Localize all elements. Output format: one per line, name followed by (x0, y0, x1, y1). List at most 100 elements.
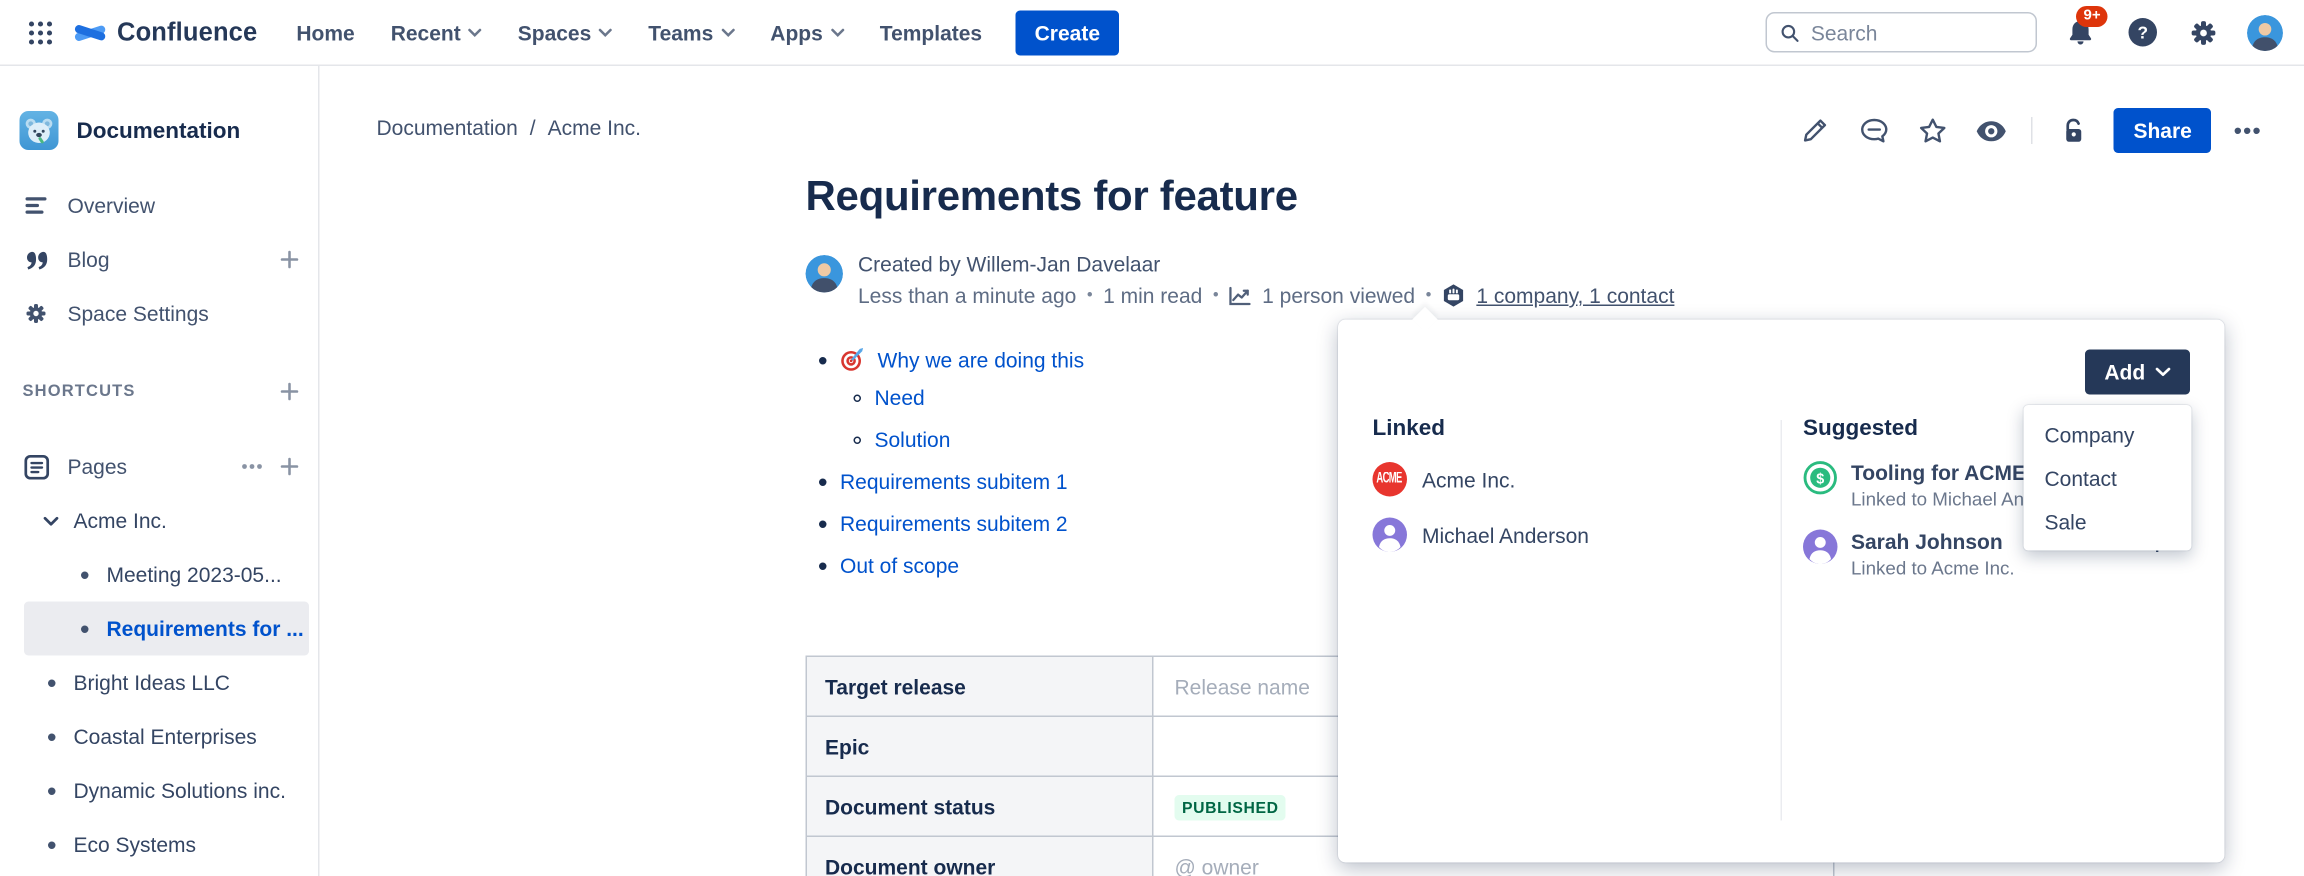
top-navigation-bar: Confluence Home Recent Spaces Teams Apps… (0, 0, 2304, 66)
nav-templates[interactable]: Templates (880, 20, 982, 44)
tree-item-coastal[interactable]: Coastal Enterprises (24, 710, 309, 764)
sidebar-item-space-settings[interactable]: Space Settings (0, 287, 318, 341)
plus-icon[interactable] (281, 458, 299, 476)
more-actions-button[interactable]: ••• (2234, 118, 2262, 144)
nav-spaces[interactable]: Spaces (518, 20, 613, 44)
bullet-icon (47, 787, 55, 795)
menu-item-company[interactable]: Company (2024, 413, 2192, 457)
comment-icon (1860, 117, 1889, 144)
favourite-button[interactable] (1914, 113, 1950, 149)
share-button[interactable]: Share (2114, 108, 2211, 153)
doc-link-subitem2[interactable]: Requirements subitem 2 (840, 512, 1068, 536)
doc-link-solution[interactable]: Solution (875, 428, 951, 452)
menu-item-sale[interactable]: Sale (2024, 500, 2192, 544)
confluence-logo-icon (72, 14, 108, 50)
add-dropdown-menu: Company Contact Sale (2024, 405, 2192, 551)
bullet-icon (47, 841, 55, 849)
tree-item-bright-ideas[interactable]: Bright Ideas LLC (24, 656, 309, 710)
linked-item-michael[interactable]: Michael Anderson (1373, 518, 1763, 553)
author-avatar[interactable] (806, 255, 844, 293)
search-input[interactable] (1811, 20, 2022, 44)
read-time: 1 min read (1103, 284, 1202, 308)
watch-button[interactable] (1973, 113, 2009, 149)
confluence-logo[interactable]: Confluence (72, 14, 257, 50)
doc-link-out-of-scope[interactable]: Out of scope (840, 554, 959, 578)
user-avatar[interactable] (2247, 14, 2283, 50)
viewed-count[interactable]: 1 person viewed (1262, 284, 1415, 308)
crm-count-link[interactable]: 1 company, 1 contact (1476, 284, 1674, 308)
tree-item-meeting[interactable]: Meeting 2023-05... (24, 548, 309, 602)
space-nav: Overview Blog Space Settings (0, 179, 318, 341)
row-label: Document owner (806, 836, 1153, 876)
space-sidebar: Documentation Overview Blog Space (0, 66, 320, 876)
breadcrumb-documentation[interactable]: Documentation (377, 116, 518, 140)
chevron-down-icon (721, 28, 735, 37)
more-icon[interactable] (242, 464, 263, 470)
help-icon: ? (2126, 17, 2158, 49)
chevron-down-icon[interactable] (41, 515, 62, 526)
plus-icon[interactable] (281, 251, 299, 269)
edit-button[interactable] (1797, 113, 1833, 149)
space-header[interactable]: Documentation (0, 111, 318, 150)
row-label: Epic (806, 716, 1153, 776)
breadcrumb-acme[interactable]: Acme Inc. (548, 116, 641, 140)
help-button[interactable]: ? (2124, 14, 2160, 50)
settings-button[interactable] (2186, 14, 2222, 50)
sidebar-item-blog[interactable]: Blog (0, 233, 318, 287)
confluence-app: Confluence Home Recent Spaces Teams Apps… (0, 0, 2304, 876)
bullet-icon (47, 733, 55, 741)
menu-item-contact[interactable]: Contact (2024, 456, 2192, 500)
sale-dollar-icon: $ (1803, 461, 1838, 496)
restrictions-button[interactable] (2055, 113, 2091, 149)
create-button[interactable]: Create (1015, 10, 1119, 55)
doc-link-why[interactable]: Why we are doing this (878, 348, 1085, 372)
star-icon (1918, 117, 1947, 144)
notifications-button[interactable]: 9+ (2063, 14, 2099, 50)
sidebar-item-overview[interactable]: Overview (0, 179, 318, 233)
chevron-down-icon (830, 28, 844, 37)
doc-link-need[interactable]: Need (875, 386, 925, 410)
pages-icon (23, 454, 50, 480)
tree-item-eco[interactable]: Eco Systems (24, 818, 309, 872)
svg-text:?: ? (2137, 22, 2148, 42)
pages-section-header[interactable]: Pages (0, 440, 318, 494)
bullet-icon (80, 571, 88, 579)
nav-home[interactable]: Home (296, 20, 354, 44)
tree-item-acme-inc[interactable]: Acme Inc. (24, 494, 309, 548)
tree-item-requirements-selected[interactable]: Requirements for ... (24, 602, 309, 656)
analytics-icon (1229, 286, 1252, 306)
primary-nav: Home Recent Spaces Teams Apps Templates (296, 20, 982, 44)
app-switcher-icon[interactable] (21, 13, 60, 52)
nav-teams[interactable]: Teams (648, 20, 734, 44)
bullet-icon (80, 625, 88, 633)
byline: Created by Willem-Jan Davelaar Less than… (806, 252, 1835, 308)
linked-section: Linked ACME Acme Inc. Michael Anderson (1373, 416, 1763, 553)
nav-recent[interactable]: Recent (391, 20, 482, 44)
plus-icon[interactable] (281, 383, 299, 401)
acme-logo-icon: ACME (1373, 462, 1408, 497)
sidebar-item-label: Overview (68, 194, 156, 218)
chevron-down-icon (599, 28, 613, 37)
doc-link-subitem1[interactable]: Requirements subitem 1 (840, 470, 1068, 494)
bullet-icon (819, 562, 827, 570)
bullet-icon (819, 520, 827, 528)
sidebar-item-label: Blog (68, 248, 110, 272)
add-button[interactable]: Add (2085, 350, 2190, 395)
comment-button[interactable] (1856, 113, 1892, 149)
nav-apps[interactable]: Apps (770, 20, 844, 44)
svg-text:$: $ (1816, 472, 1824, 488)
gear-icon (23, 302, 50, 326)
row-label: Document status (806, 776, 1153, 836)
linked-item-acme[interactable]: ACME Acme Inc. (1373, 462, 1763, 497)
space-name: Documentation (77, 118, 241, 144)
tree-item-dynamic[interactable]: Dynamic Solutions inc. (24, 764, 309, 818)
author-name[interactable]: Created by Willem-Jan Davelaar (858, 252, 1674, 276)
shortcuts-label: SHORTCUTS (23, 383, 136, 401)
overview-icon (23, 197, 50, 215)
search-box[interactable] (1766, 12, 2038, 53)
bullet-icon (47, 679, 55, 687)
quote-icon (23, 250, 50, 270)
target-icon (840, 348, 864, 372)
bullet-icon (819, 356, 827, 364)
row-label: Target release (806, 656, 1153, 716)
